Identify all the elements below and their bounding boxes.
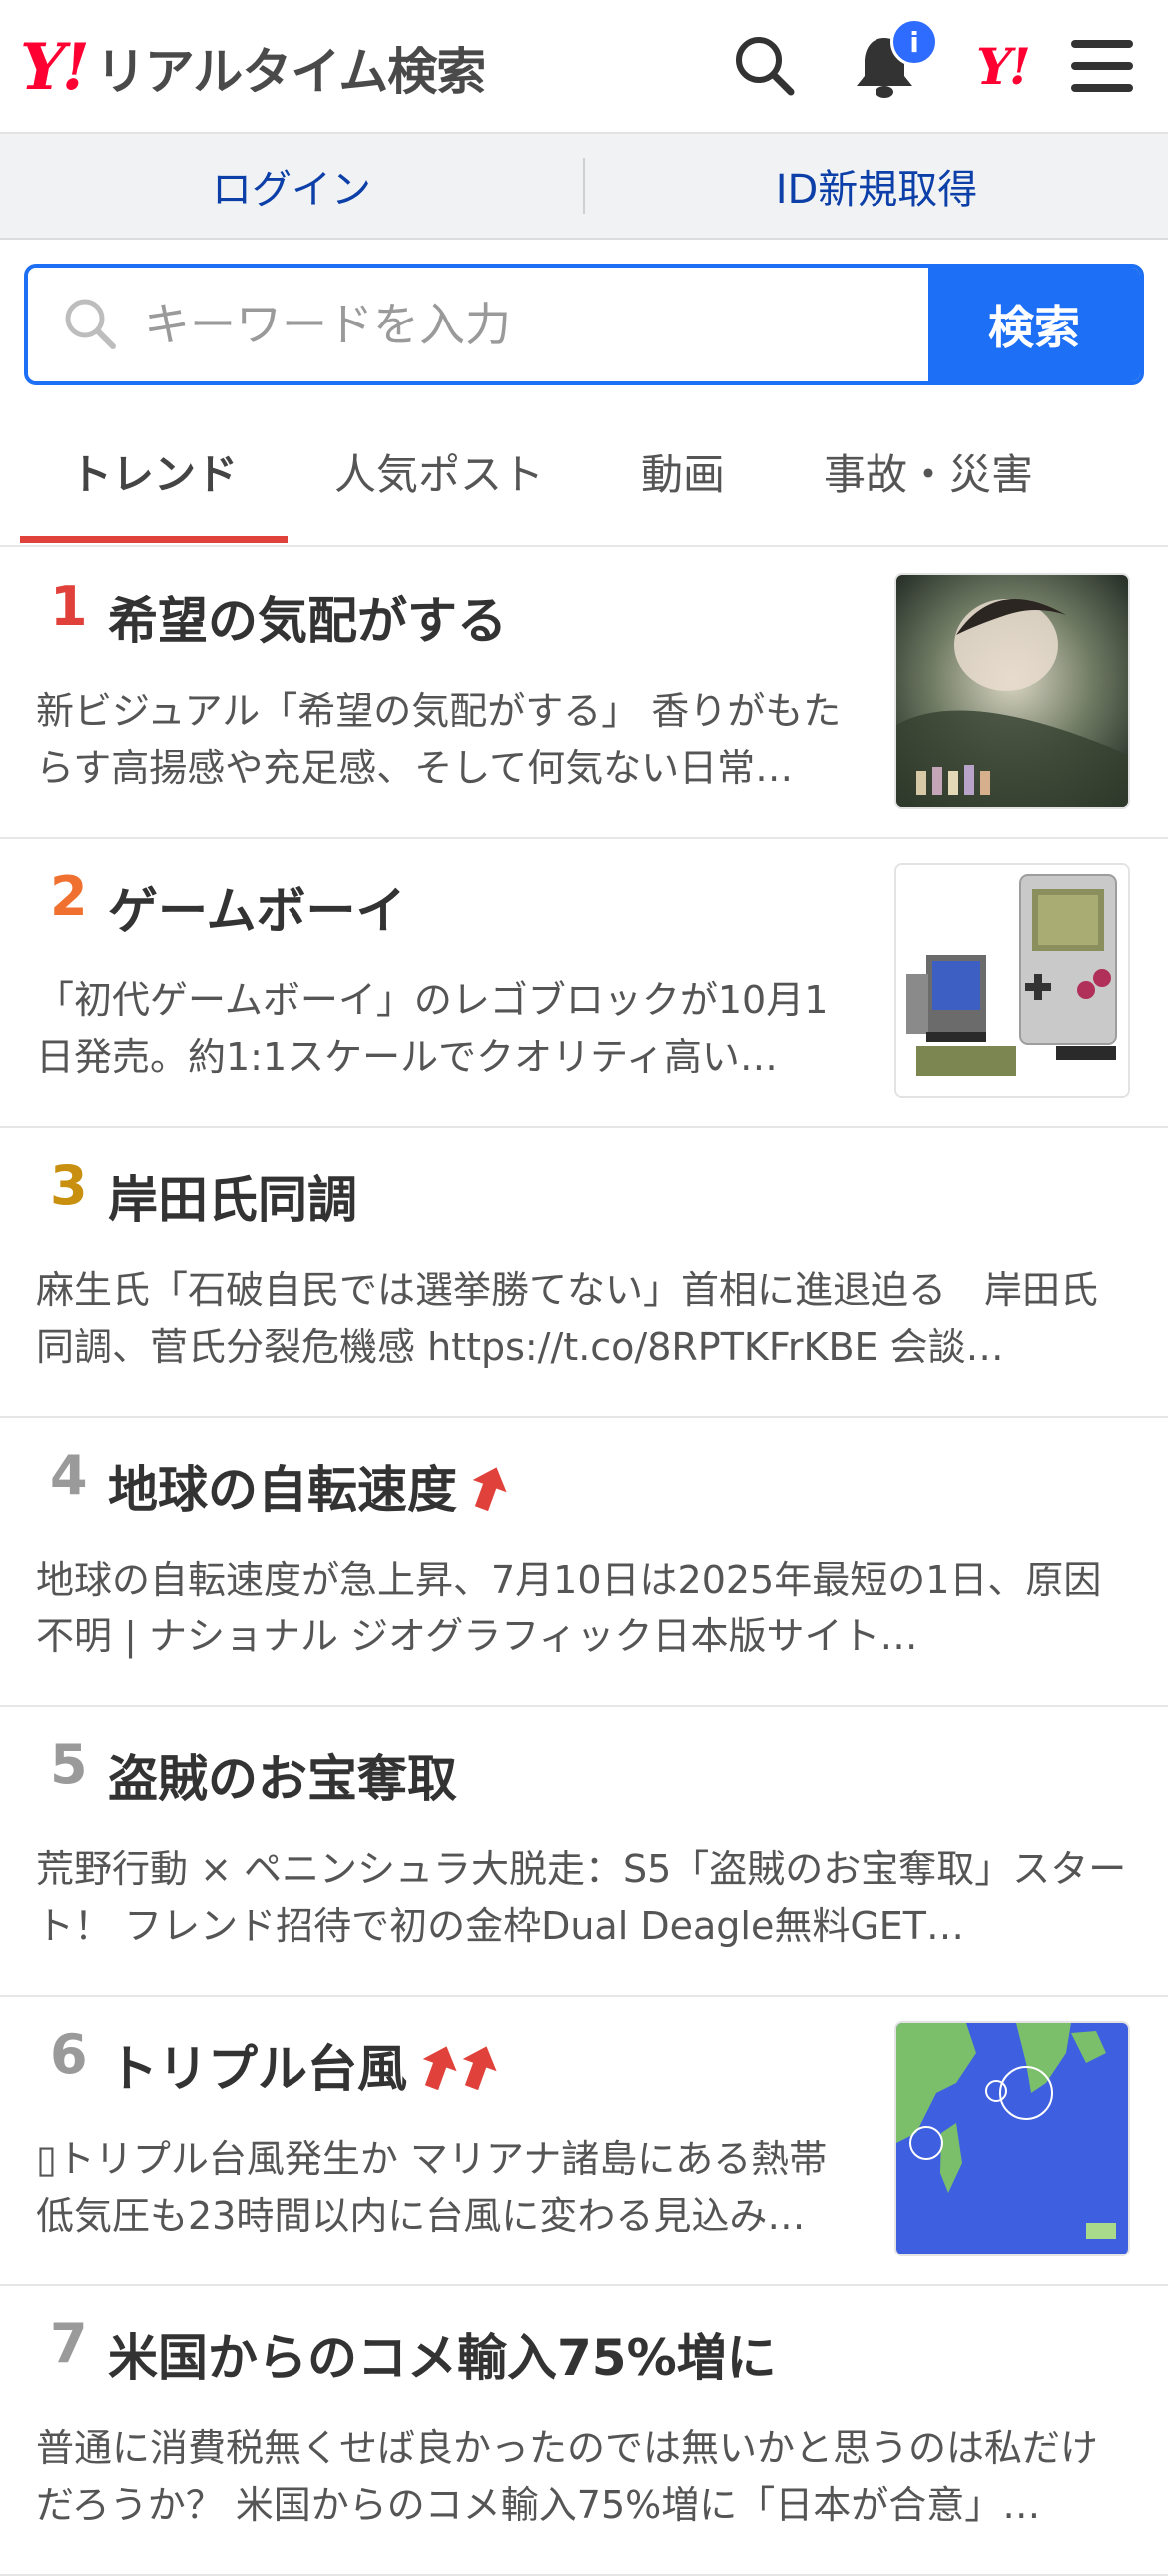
rising-arrow-icon [419, 2043, 503, 2103]
search-field [28, 268, 928, 381]
search-button[interactable]: 検索 [928, 268, 1140, 381]
menu-icon[interactable] [1064, 28, 1140, 104]
tab-accidents-disasters[interactable]: 事故・災害 [789, 399, 1068, 543]
trend-description: ▯トリプル台風発生か マリアナ諸島にある熱帯低気圧も23時間以内に台風に変わる見… [36, 2137, 828, 2238]
trend-description: 新ビジュアル「希望の気配がする」 香りがもたらす高揚感や充足感、そして何気ない日… [36, 689, 842, 790]
rank-number: 6 [50, 2023, 88, 2086]
trend-title: トリプル台風 [108, 2029, 503, 2103]
notification-bell-icon[interactable]: i [847, 18, 938, 104]
trend-title: 米国からのコメ輸入75%増に [108, 2329, 777, 2387]
rank-number: 3 [50, 1154, 88, 1217]
trend-description: 「初代ゲームボーイ」のレゴブロックが10月1日発売。約1:1スケールでクオリティ… [36, 978, 829, 1079]
app-header: Y! リアルタイム検索 i Y! [0, 0, 1168, 134]
list-item[interactable]: 2 ゲームボーイ 「初代ゲームボーイ」のレゴブロックが10月1日発売。約1:1ス… [0, 837, 1168, 1128]
trend-description: 地球の自転速度が急上昇、7月10日は2025年最短の1日、原因不明 | ナショナ… [36, 1558, 1102, 1658]
tab-video[interactable]: 動画 [599, 399, 767, 543]
rank-number: 1 [50, 575, 88, 638]
list-item[interactable]: 4 地球の自転速度 地球の自転速度が急上昇、7月10日は2025年最短の1日、原… [0, 1416, 1168, 1707]
list-item[interactable]: 5 盗賊のお宝奪取 荒野行動 × ペニンシュラ大脱走：S5「盗賊のお宝奪取」スタ… [0, 1705, 1168, 1997]
list-item[interactable]: 7 米国からのコメ輸入75%増に 普通に消費税無くせば良かったのでは無いかと思う… [0, 2284, 1168, 2576]
list-item[interactable]: 1 希望の気配がする 新ビジュアル「希望の気配がする」 香りがもたらす高揚感や充… [0, 547, 1168, 839]
login-link[interactable]: ログイン [0, 157, 583, 215]
trend-description: 麻生氏「石破自民では選挙勝てない」首相に進退迫る 岸田氏同調、菅氏分裂危機感 h… [36, 1268, 1099, 1369]
rank-number: 4 [50, 1444, 88, 1507]
trend-thumbnail[interactable] [894, 2021, 1130, 2256]
lego-gameboy-image [896, 865, 1128, 1096]
trend-title-text: トリプル台風 [108, 2040, 407, 2098]
rank-number: 5 [50, 1733, 88, 1796]
rank-number: 7 [50, 2312, 88, 2375]
yahoo-japan-icon[interactable]: Y! [964, 28, 1040, 104]
tab-trend[interactable]: トレンド [20, 399, 288, 543]
trend-title: 盗賊のお宝奪取 [108, 1750, 457, 1808]
yahoo-japan-mark: Y! [976, 36, 1031, 96]
list-item[interactable]: 3 岸田氏同調 麻生氏「石破自民では選挙勝てない」首相に進退迫る 岸田氏同調、菅… [0, 1126, 1168, 1418]
trend-thumbnail[interactable] [894, 573, 1130, 809]
trend-title: ゲームボーイ [108, 882, 406, 940]
category-tabs: トレンド 人気ポスト 動画 事故・災害 [0, 399, 1168, 547]
yahoo-logo-mark: Y! [20, 30, 90, 105]
tab-popular-posts[interactable]: 人気ポスト [299, 399, 579, 543]
trend-title: 地球の自転速度 [108, 1450, 509, 1524]
rank-number: 2 [50, 865, 88, 928]
trend-description: 普通に消費税無くせば良かったのでは無いかと思うのは私だけだろうか？ 米国からのコ… [36, 2426, 1099, 2527]
search-input[interactable] [28, 268, 928, 381]
search-bar: 検索 [24, 264, 1144, 385]
yahoo-realtime-logo[interactable]: Y! リアルタイム検索 [20, 30, 486, 106]
search-field-icon [65, 299, 116, 349]
perfume-visual-image [896, 575, 1128, 807]
trend-thumbnail[interactable] [894, 863, 1130, 1098]
rising-arrow-icon [469, 1464, 509, 1524]
trend-title-text: 地球の自転速度 [108, 1461, 457, 1519]
logo-title: リアルタイム検索 [95, 43, 486, 101]
list-item[interactable]: 6 トリプル台風 ▯トリプル台風発生か マリアナ諸島にある熱帯低気圧も23時間以… [0, 1995, 1168, 2286]
trend-description: 荒野行動 × ペニンシュラ大脱走：S5「盗賊のお宝奪取」スタート！ フレンド招待… [36, 1847, 1127, 1948]
trend-title: 希望の気配がする [108, 592, 507, 650]
active-tab-indicator [20, 536, 288, 543]
notification-badge: i [890, 18, 938, 66]
typhoon-map-image [896, 2023, 1128, 2254]
trend-title: 岸田氏同調 [108, 1171, 357, 1229]
signup-link[interactable]: ID新規取得 [585, 157, 1168, 215]
search-icon[interactable] [727, 28, 803, 104]
auth-bar: ログイン ID新規取得 [0, 134, 1168, 240]
